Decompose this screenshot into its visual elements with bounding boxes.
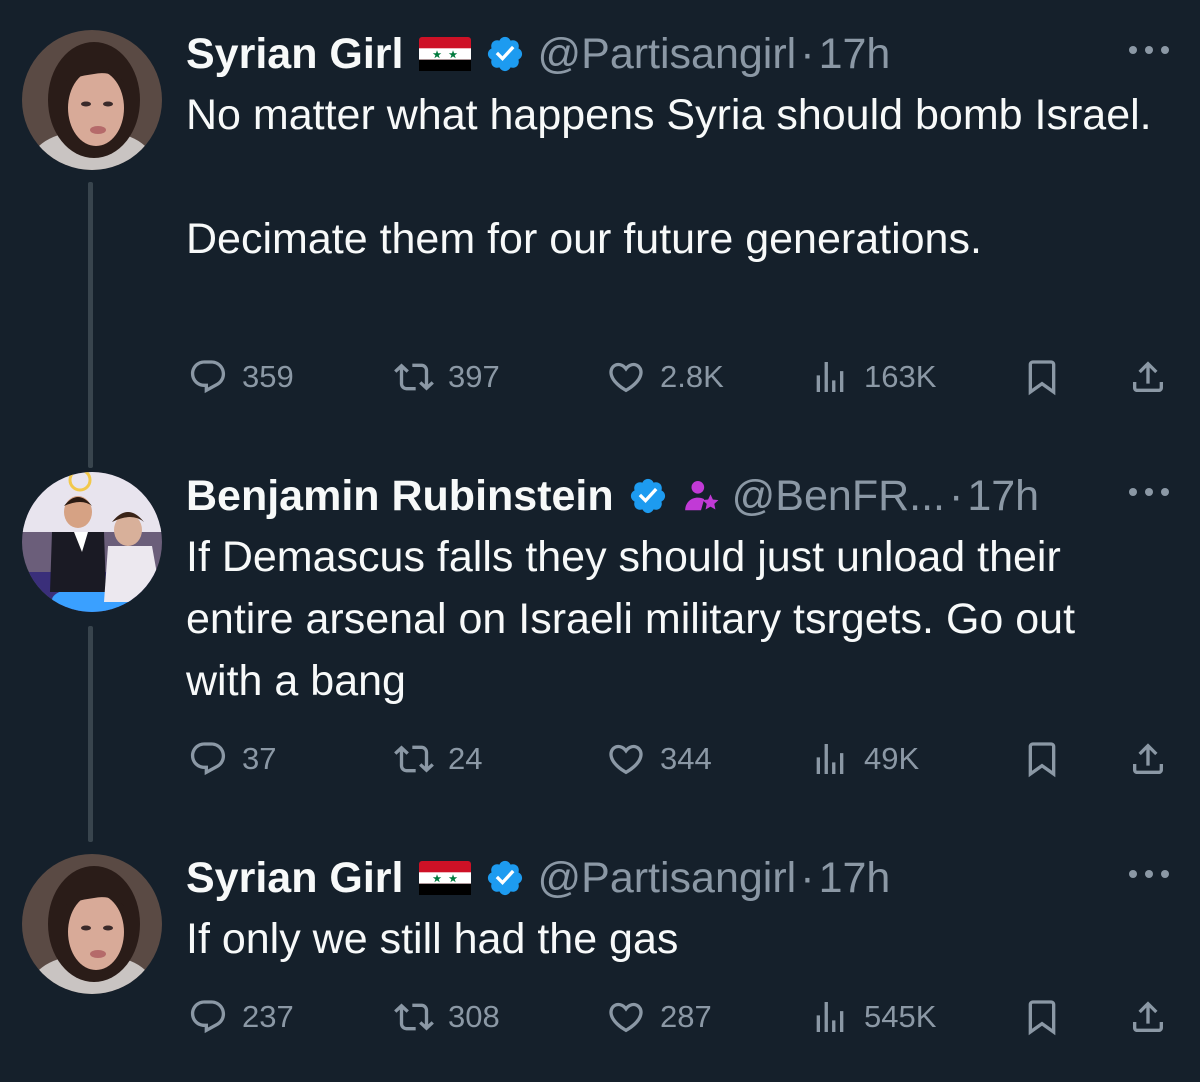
tweet-paragraph: If Demascus falls they should just unloa… [186, 533, 1076, 705]
avatar[interactable] [22, 472, 162, 612]
share-button[interactable] [1128, 734, 1168, 784]
verified-badge-icon[interactable] [628, 476, 668, 516]
heart-icon [606, 739, 646, 779]
reply-count: 37 [242, 741, 277, 776]
view-count: 163K [864, 359, 937, 394]
view-count: 545K [864, 999, 937, 1034]
display-name[interactable]: Benjamin Rubinstein [186, 472, 614, 521]
thread-connector-line [88, 182, 93, 460]
bookmark-button[interactable] [1022, 734, 1062, 784]
views-button[interactable]: 163K [810, 352, 936, 402]
retweet-count: 308 [448, 999, 500, 1034]
tweet-3[interactable]: Syrian Girl @Partisangirl · 17h If only … [0, 824, 1200, 1082]
retweet-icon [394, 997, 434, 1037]
retweet-icon [394, 357, 434, 397]
tweet-text: If Demascus falls they should just unloa… [186, 526, 1146, 712]
reply-button[interactable]: 37 [188, 734, 276, 784]
tweet-text: If only we still had the gas [186, 908, 1176, 970]
verified-badge-icon[interactable] [485, 858, 525, 898]
thread-connector-line [88, 626, 93, 842]
view-count: 49K [864, 741, 920, 776]
avatar[interactable] [22, 30, 162, 170]
timestamp[interactable]: 17h [819, 30, 891, 79]
heart-icon [606, 997, 646, 1037]
reply-icon [188, 739, 228, 779]
thread-connector-line [88, 442, 93, 468]
reply-count: 359 [242, 359, 294, 394]
bookmark-icon [1022, 997, 1062, 1037]
reply-count: 237 [242, 999, 294, 1034]
tweet-paragraph: If only we still had the gas [186, 915, 679, 963]
reply-icon [188, 997, 228, 1037]
action-bar: 237 308 287 545K [186, 992, 1176, 1042]
views-icon [810, 357, 850, 397]
bookmark-icon [1022, 357, 1062, 397]
retweet-button[interactable]: 24 [394, 734, 482, 784]
like-button[interactable]: 2.8K [606, 352, 724, 402]
like-button[interactable]: 344 [606, 734, 712, 784]
views-button[interactable]: 49K [810, 734, 919, 784]
bookmark-button[interactable] [1022, 992, 1062, 1042]
timestamp[interactable]: 17h [819, 854, 891, 903]
tweet-paragraph: No matter what happens Syria should bomb… [186, 91, 1152, 139]
syria-flag-icon [419, 861, 471, 895]
avatar-image [22, 854, 162, 994]
tweet-paragraph: Decimate them for our future generations… [186, 215, 982, 263]
user-handle[interactable]: @Partisangirl [537, 854, 796, 903]
retweet-count: 397 [448, 359, 500, 394]
avatar[interactable] [22, 854, 162, 994]
tweet-header: Syrian Girl @Partisangirl · 17h [186, 852, 890, 904]
separator-dot: · [800, 853, 815, 902]
more-icon[interactable] [1124, 864, 1174, 884]
share-icon [1128, 997, 1168, 1037]
share-button[interactable] [1128, 992, 1168, 1042]
tweet-1[interactable]: Syrian Girl @Partisangirl · 17h No matte… [0, 0, 1200, 460]
display-name[interactable]: Syrian Girl [186, 854, 403, 903]
avatar-image [22, 472, 162, 612]
timestamp[interactable]: 17h [967, 472, 1039, 521]
more-icon[interactable] [1124, 482, 1174, 502]
like-button[interactable]: 287 [606, 992, 712, 1042]
reply-button[interactable]: 237 [188, 992, 294, 1042]
parent-badge-icon [682, 477, 720, 515]
retweet-button[interactable]: 397 [394, 352, 500, 402]
views-button[interactable]: 545K [810, 992, 936, 1042]
display-name[interactable]: Syrian Girl [186, 30, 403, 79]
tweet-header: Syrian Girl @Partisangirl · 17h [186, 28, 890, 80]
user-handle[interactable]: @BenFR... [732, 472, 945, 521]
action-bar: 359 397 2.8K 163K [186, 352, 1176, 402]
bookmark-icon [1022, 739, 1062, 779]
tweet-2[interactable]: Benjamin Rubinstein @BenFR... · 17h If D… [0, 442, 1200, 842]
retweet-icon [394, 739, 434, 779]
tweet-text: No matter what happens Syria should bomb… [186, 84, 1176, 270]
syria-flag-icon [419, 37, 471, 71]
tweet-header: Benjamin Rubinstein @BenFR... · 17h [186, 470, 1039, 522]
action-bar: 37 24 344 49K [186, 734, 1176, 784]
avatar-image [22, 30, 162, 170]
separator-dot: · [948, 471, 964, 520]
like-count: 287 [660, 999, 712, 1034]
heart-icon [606, 357, 646, 397]
user-handle[interactable]: @Partisangirl [537, 30, 796, 79]
views-icon [810, 997, 850, 1037]
retweet-count: 24 [448, 741, 483, 776]
reply-icon [188, 357, 228, 397]
retweet-button[interactable]: 308 [394, 992, 500, 1042]
share-icon [1128, 739, 1168, 779]
like-count: 344 [660, 741, 712, 776]
views-icon [810, 739, 850, 779]
like-count: 2.8K [660, 359, 724, 394]
more-icon[interactable] [1124, 40, 1174, 60]
separator-dot: · [800, 29, 815, 78]
reply-button[interactable]: 359 [188, 352, 294, 402]
share-icon [1128, 357, 1168, 397]
verified-badge-icon[interactable] [485, 34, 525, 74]
share-button[interactable] [1128, 352, 1168, 402]
bookmark-button[interactable] [1022, 352, 1062, 402]
